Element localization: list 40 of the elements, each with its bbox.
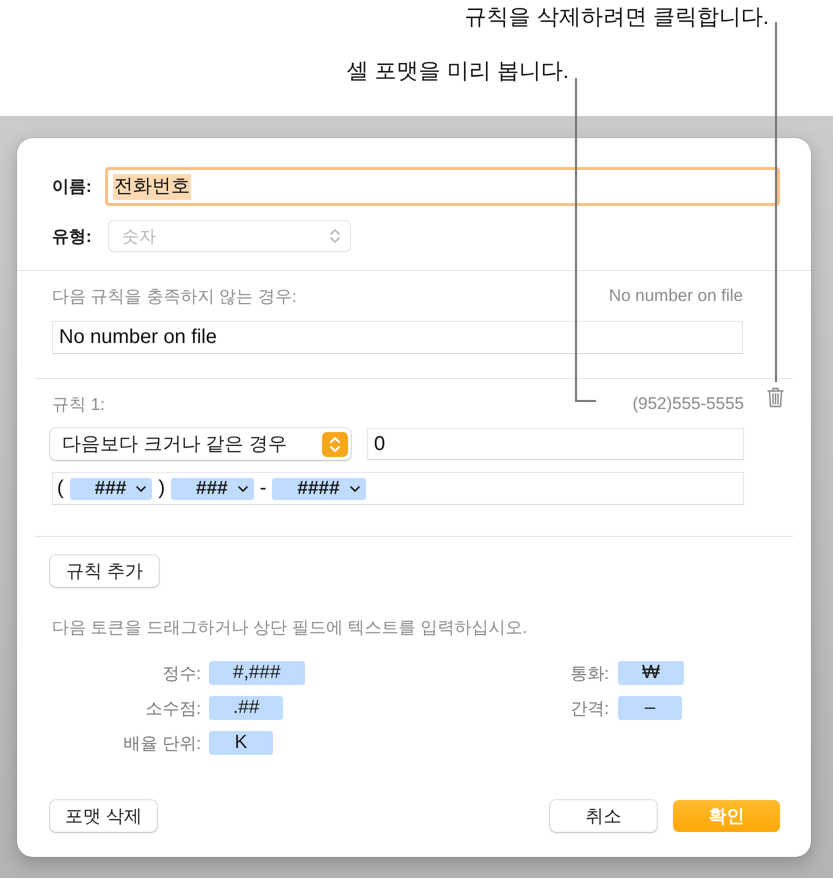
- rule-label: 규칙 1:: [52, 394, 105, 416]
- format-token[interactable]: K: [209, 731, 273, 755]
- format-token[interactable]: ###: [171, 478, 254, 500]
- literal-text: ): [158, 477, 166, 500]
- format-token[interactable]: ###: [70, 478, 152, 500]
- chevron-down-icon: [238, 486, 248, 492]
- literal-text: -: [260, 477, 266, 500]
- fallback-text-field[interactable]: No number on file: [52, 321, 743, 354]
- token-label: 통화:: [570, 662, 609, 684]
- chevron-down-icon: [136, 486, 146, 492]
- callout-text: 셀 포맷을 미리 봅니다.: [346, 57, 569, 85]
- field-label: 이름:: [52, 176, 93, 198]
- token-label: 간격:: [570, 698, 609, 720]
- chevron-down-icon: [350, 486, 360, 492]
- token-label: 배율 단위:: [124, 732, 201, 754]
- preview-text: (952)555-5555: [632, 394, 744, 414]
- format-field[interactable]: ( ### ) ### - ####: [52, 472, 744, 505]
- hint-text: 다음 토큰을 드래그하거나 상단 필드에 텍스트를 입력하십시오.: [52, 617, 528, 639]
- field-value: 전화번호: [113, 174, 191, 200]
- field-label: 유형:: [52, 226, 93, 248]
- section-label: 다음 규칙을 충족하지 않는 경우:: [52, 286, 297, 308]
- format-token[interactable]: ₩: [618, 661, 684, 685]
- preview-text: No number on file: [608, 286, 743, 306]
- format-token[interactable]: ####: [272, 478, 366, 500]
- format-token[interactable]: .##: [209, 696, 284, 720]
- up-down-chevron-icon: [330, 228, 340, 244]
- stepper-icon: [322, 432, 348, 456]
- name-field[interactable]: 전화번호: [105, 167, 780, 206]
- add-rule-button[interactable]: 규칙 추가: [50, 555, 159, 587]
- literal-text: (: [57, 477, 64, 500]
- format-token[interactable]: –: [618, 696, 682, 720]
- format-token[interactable]: #,###: [209, 661, 305, 685]
- dialog-button[interactable]: 포맷 삭제: [50, 800, 157, 832]
- value-field[interactable]: 0: [367, 428, 744, 460]
- dialog-button[interactable]: 취소: [550, 800, 657, 832]
- condition-dropdown[interactable]: 다음보다 크거나 같은 경우: [50, 428, 351, 460]
- callout-text: 규칙을 삭제하려면 클릭합니다.: [464, 3, 769, 31]
- trash-icon[interactable]: [767, 387, 784, 408]
- token-label: 정수:: [162, 662, 201, 684]
- token-label: 소수점:: [145, 698, 201, 720]
